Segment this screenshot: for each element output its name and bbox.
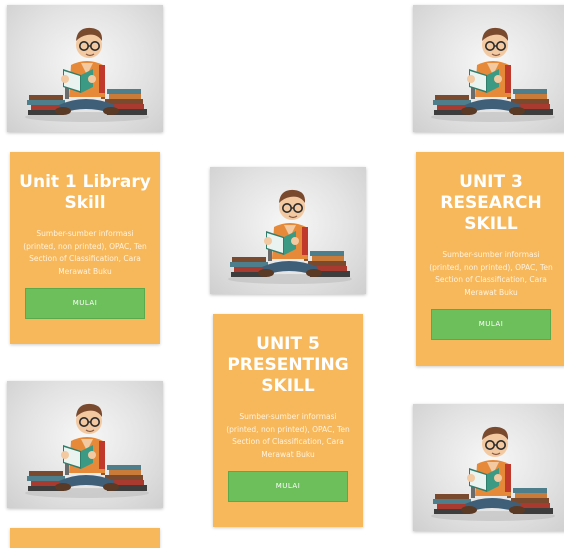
course-card-unit-5: UNIT 5 PRESENTING SKILL Sumber-sumber in… [213,314,363,527]
course-thumbnail-unit-3[interactable] [413,5,564,132]
student-reading-illustration-icon [431,27,555,122]
course-card-description: Sumber-sumber informasi (printed, non pr… [429,250,553,297]
course-thumbnail-unit-1[interactable] [7,5,163,132]
course-card-description: Sumber-sumber informasi (printed, non pr… [226,412,350,459]
course-card-unit-3: UNIT 3 RESEARCH SKILL Sumber-sumber info… [416,152,564,366]
mulai-button[interactable]: MULAI [431,309,551,340]
student-reading-illustration-icon [25,27,149,122]
course-card-title: UNIT 5 PRESENTING SKILL [227,334,349,396]
course-card-unit-1: Unit 1 Library Skill Sumber-sumber infor… [10,152,160,344]
course-card-description: Sumber-sumber informasi (printed, non pr… [23,229,147,276]
mulai-button[interactable]: MULAI [25,288,145,319]
mulai-button[interactable]: MULAI [228,471,348,502]
student-reading-illustration-icon [228,189,352,284]
course-card-partial [10,528,160,548]
course-thumbnail-unit-next-left[interactable] [7,381,163,508]
course-thumbnail-unit-next-right[interactable] [413,404,564,531]
course-card-title: Unit 1 Library Skill [19,172,151,213]
course-thumbnail-unit-5[interactable] [210,167,366,294]
course-card-title: UNIT 3 RESEARCH SKILL [440,172,542,234]
student-reading-illustration-icon [431,426,555,521]
student-reading-illustration-icon [25,403,149,498]
